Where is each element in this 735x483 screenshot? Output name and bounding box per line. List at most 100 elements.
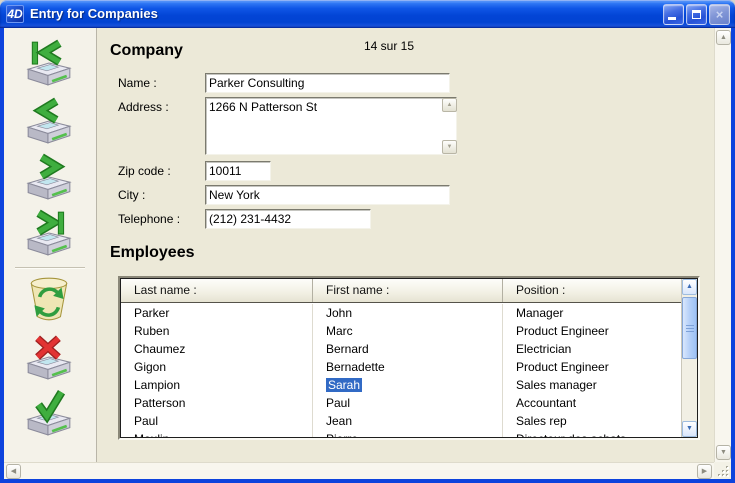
employees-rows: Parker John Manager Ruben Marc Product E…: [121, 304, 681, 437]
cell-last-name[interactable]: Ruben: [134, 324, 169, 338]
cell-position[interactable]: Product Engineer: [516, 360, 609, 374]
table-row-selected[interactable]: Lampion Sarah Sales manager: [121, 376, 681, 394]
window-scroll-down-button[interactable]: ▼: [716, 445, 731, 460]
telephone-field[interactable]: [205, 209, 371, 229]
next-record-icon: [22, 152, 76, 202]
column-header-last-name[interactable]: Last name :: [121, 279, 313, 302]
scroll-up-icon: ▲: [447, 102, 453, 108]
cell-last-name[interactable]: Patterson: [134, 396, 185, 410]
cell-position[interactable]: Accountant: [516, 396, 576, 410]
cell-first-name[interactable]: Marc: [326, 324, 353, 338]
list-scrollbar[interactable]: ▲ ▼: [681, 279, 697, 437]
address-scroll-up-button[interactable]: ▲: [442, 98, 457, 112]
accept-record-icon: [22, 388, 76, 438]
employees-header-row: Last name : First name : Position :: [121, 279, 681, 303]
record-counter: 14 sur 15: [364, 39, 414, 53]
table-row[interactable]: Parker John Manager: [121, 304, 681, 322]
cell-position[interactable]: Electrician: [516, 342, 571, 356]
cell-last-name[interactable]: Parker: [134, 306, 169, 320]
cell-first-name-selected[interactable]: Sarah: [326, 378, 362, 392]
column-header-position[interactable]: Position :: [503, 279, 681, 302]
list-scroll-up-button[interactable]: ▲: [682, 279, 697, 295]
record-toolbar: [4, 28, 97, 462]
cell-last-name[interactable]: Paul: [134, 414, 158, 428]
cell-position[interactable]: Sales rep: [516, 414, 567, 428]
table-row[interactable]: Paul Jean Sales rep: [121, 412, 681, 430]
employees-listbox: Last name : First name : Position : Park…: [118, 276, 700, 440]
cell-position[interactable]: Sales manager: [516, 378, 597, 392]
table-row[interactable]: Patterson Paul Accountant: [121, 394, 681, 412]
table-row[interactable]: Ruben Marc Product Engineer: [121, 322, 681, 340]
list-scrollbar-thumb[interactable]: [682, 297, 697, 359]
window-scroll-up-button[interactable]: ▲: [716, 30, 731, 45]
scroll-up-icon: ▲: [686, 283, 693, 290]
window-controls: ×: [663, 4, 730, 25]
cell-first-name[interactable]: John: [326, 306, 352, 320]
cancel-record-button[interactable]: [22, 332, 76, 382]
resize-grip-icon: [714, 462, 731, 479]
employees-heading: Employees: [110, 244, 194, 262]
scroll-down-icon: ▼: [447, 144, 453, 150]
4d-logo-icon: 4D: [6, 5, 24, 23]
scroll-left-icon: ◀: [11, 468, 16, 475]
accept-record-button[interactable]: [22, 388, 76, 438]
close-button[interactable]: ×: [709, 4, 730, 25]
city-field[interactable]: [205, 185, 450, 205]
previous-record-icon: [22, 96, 76, 146]
window-scroll-right-button[interactable]: ▶: [697, 464, 712, 479]
company-heading: Company: [110, 42, 183, 60]
scroll-down-icon: ▼: [720, 449, 727, 456]
cell-position[interactable]: Directeur des achats: [516, 432, 626, 437]
minimize-button[interactable]: [663, 4, 684, 25]
employees-list: Last name : First name : Position : Park…: [120, 278, 698, 438]
scroll-down-icon: ▼: [686, 425, 693, 432]
cell-position[interactable]: Product Engineer: [516, 324, 609, 338]
titlebar[interactable]: 4D Entry for Companies ×: [0, 0, 735, 28]
window-title: Entry for Companies: [30, 6, 158, 21]
cancel-record-icon: [22, 332, 76, 382]
table-row-clipped[interactable]: Moulin Pierre Directeur des achats: [121, 430, 681, 437]
delete-record-icon: [22, 274, 76, 324]
last-record-icon: [22, 208, 76, 258]
cell-first-name[interactable]: Pierre: [326, 432, 358, 437]
previous-record-button[interactable]: [22, 96, 76, 146]
close-icon: ×: [710, 7, 729, 23]
maximize-icon: [692, 10, 701, 19]
minimize-icon: [668, 17, 676, 20]
cell-first-name[interactable]: Bernard: [326, 342, 369, 356]
telephone-label: Telephone :: [118, 212, 180, 226]
zip-field[interactable]: [205, 161, 271, 181]
list-scroll-down-button[interactable]: ▼: [682, 421, 697, 437]
window-vertical-scrollbar[interactable]: ▲ ▼: [714, 28, 731, 462]
address-field[interactable]: 1266 N Patterson St: [205, 97, 457, 155]
scroll-up-icon: ▲: [720, 34, 727, 41]
name-label: Name :: [118, 76, 157, 90]
cell-last-name[interactable]: Gigon: [134, 360, 166, 374]
cell-position[interactable]: Manager: [516, 306, 563, 320]
maximize-button[interactable]: [686, 4, 707, 25]
last-record-button[interactable]: [22, 208, 76, 258]
window-body: Company 14 sur 15 Name : Address : 1266 …: [4, 28, 731, 479]
scroll-right-icon: ▶: [702, 468, 707, 475]
cell-first-name[interactable]: Jean: [326, 414, 352, 428]
first-record-button[interactable]: [22, 38, 76, 88]
cell-last-name[interactable]: Moulin: [134, 432, 169, 437]
window-horizontal-scrollbar[interactable]: ◀ ▶: [4, 462, 714, 479]
name-field[interactable]: [205, 73, 450, 93]
app-window: 4D Entry for Companies ×: [0, 0, 735, 483]
cell-first-name[interactable]: Paul: [326, 396, 350, 410]
window-scroll-left-button[interactable]: ◀: [6, 464, 21, 479]
next-record-button[interactable]: [22, 152, 76, 202]
toolbar-separator: [15, 267, 85, 269]
scrollbar-grip-icon: [686, 325, 694, 333]
table-row[interactable]: Chaumez Bernard Electrician: [121, 340, 681, 358]
delete-record-button[interactable]: [22, 274, 76, 324]
address-scroll-down-button[interactable]: ▼: [442, 140, 457, 154]
resize-grip[interactable]: [714, 462, 731, 479]
cell-last-name[interactable]: Lampion: [134, 378, 180, 392]
table-row[interactable]: Gigon Bernadette Product Engineer: [121, 358, 681, 376]
first-record-icon: [22, 38, 76, 88]
column-header-first-name[interactable]: First name :: [313, 279, 503, 302]
cell-last-name[interactable]: Chaumez: [134, 342, 185, 356]
cell-first-name[interactable]: Bernadette: [326, 360, 385, 374]
